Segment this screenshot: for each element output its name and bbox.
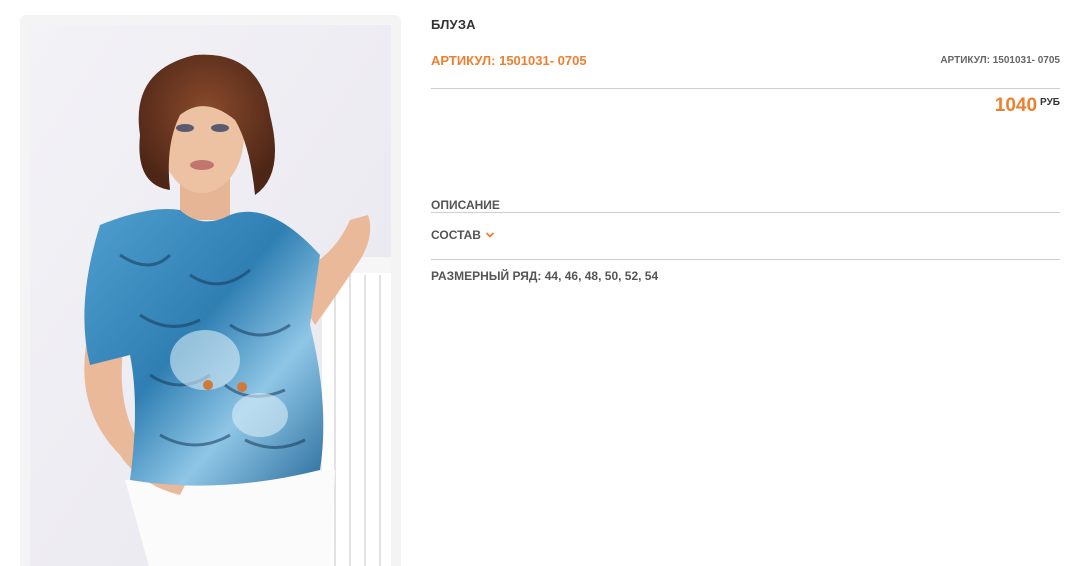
product-sku: АРТИКУЛ: 1501031- 0705 [431,53,587,68]
product-photo-illustration [30,25,391,566]
divider [431,259,1060,260]
product-title: БЛУЗА [431,17,476,32]
price-value: 1040 [994,95,1038,116]
product-price: 1040 РУБ [995,95,1060,117]
product-page: БЛУЗА АРТИКУЛ: 1501031- 0705 АРТИКУЛ: 15… [0,0,1081,566]
composition-label: СОСТАВ [431,228,481,242]
size-range: РАЗМЕРНЫЙ РЯД: 44, 46, 48, 50, 52, 54 [431,269,659,283]
composition-toggle[interactable]: СОСТАВ [431,228,495,242]
chevron-down-icon [485,232,495,238]
divider [431,88,1060,89]
product-photo[interactable] [30,25,391,566]
price-currency: РУБ [1040,97,1060,108]
product-sku-secondary: АРТИКУЛ: 1501031- 0705 [940,55,1060,66]
divider [431,212,1060,213]
product-image-card [20,15,401,566]
description-label: ОПИСАНИЕ [431,198,500,212]
product-info: БЛУЗА АРТИКУЛ: 1501031- 0705 АРТИКУЛ: 15… [431,0,1060,566]
